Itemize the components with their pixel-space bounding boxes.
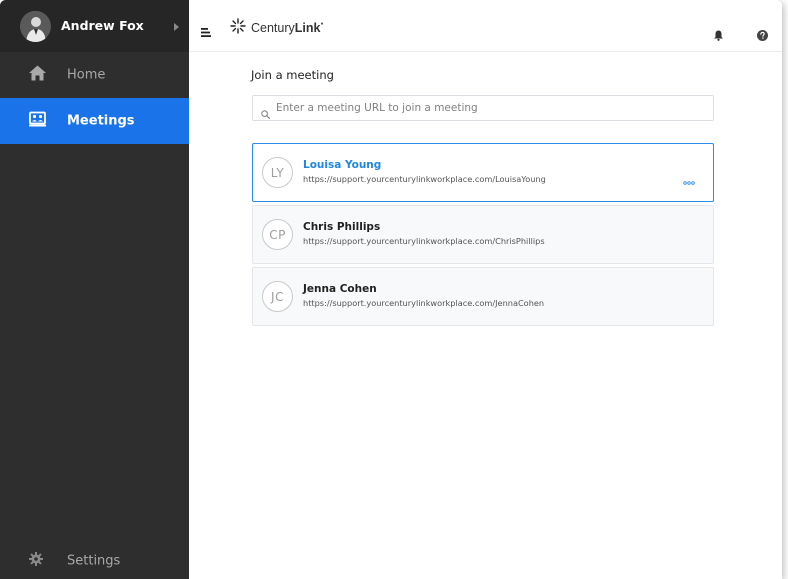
search-input[interactable] xyxy=(276,99,706,117)
main-content: Join a meeting LY Louisa Young https://s… xyxy=(189,52,782,579)
centurylink-logo: CenturyLink● xyxy=(229,18,324,38)
meeting-card-chris-phillips[interactable]: CP Chris Phillips https://support.yource… xyxy=(252,205,714,264)
sidebar-item-home[interactable]: Home xyxy=(0,52,189,98)
meetings-icon xyxy=(29,111,46,131)
meeting-url: https://support.yourcenturylinkworkplace… xyxy=(303,298,545,308)
meeting-name: Louisa Young xyxy=(303,159,382,171)
user-name: Andrew Fox xyxy=(61,18,144,33)
meeting-card-jenna-cohen[interactable]: JC Jenna Cohen https://support.yourcentu… xyxy=(252,267,714,326)
search-box[interactable] xyxy=(252,95,714,121)
initials-avatar: CP xyxy=(262,219,293,250)
sidebar-item-label: Settings xyxy=(67,553,121,569)
sidebar-item-meetings[interactable]: Meetings xyxy=(0,98,189,144)
meeting-url: https://support.yourcenturylinkworkplace… xyxy=(303,236,545,246)
sidebar: Andrew Fox Home Meetings Settings xyxy=(0,0,189,579)
user-profile[interactable]: Andrew Fox xyxy=(0,0,189,52)
avatar[interactable] xyxy=(20,11,51,42)
meeting-url: https://support.yourcenturylinkworkplace… xyxy=(303,174,546,184)
meeting-card-louisa-young[interactable]: LY Louisa Young https://support.yourcent… xyxy=(252,143,714,202)
app-window: Andrew Fox Home Meetings Settings Centur… xyxy=(0,0,782,579)
search-icon xyxy=(261,104,270,123)
home-icon xyxy=(29,65,46,85)
sidebar-item-settings[interactable]: Settings xyxy=(0,543,189,579)
sidebar-item-label: Meetings xyxy=(67,113,135,129)
sidebar-item-label: Home xyxy=(67,67,106,83)
top-bar: CenturyLink● xyxy=(189,0,782,52)
caret-right-icon[interactable] xyxy=(174,23,179,31)
menu-icon[interactable] xyxy=(201,22,211,41)
initials-avatar: LY xyxy=(262,157,293,188)
help-icon[interactable] xyxy=(757,26,768,45)
logo-text: CenturyLink● xyxy=(251,21,324,35)
more-options-icon[interactable] xyxy=(683,170,695,189)
page-title: Join a meeting xyxy=(251,68,334,82)
gear-icon xyxy=(29,552,43,570)
bell-icon[interactable] xyxy=(714,26,723,45)
meeting-name: Chris Phillips xyxy=(303,221,381,233)
initials-avatar: JC xyxy=(262,281,293,312)
logo-mark-icon xyxy=(229,18,247,38)
meeting-name: Jenna Cohen xyxy=(303,283,377,295)
